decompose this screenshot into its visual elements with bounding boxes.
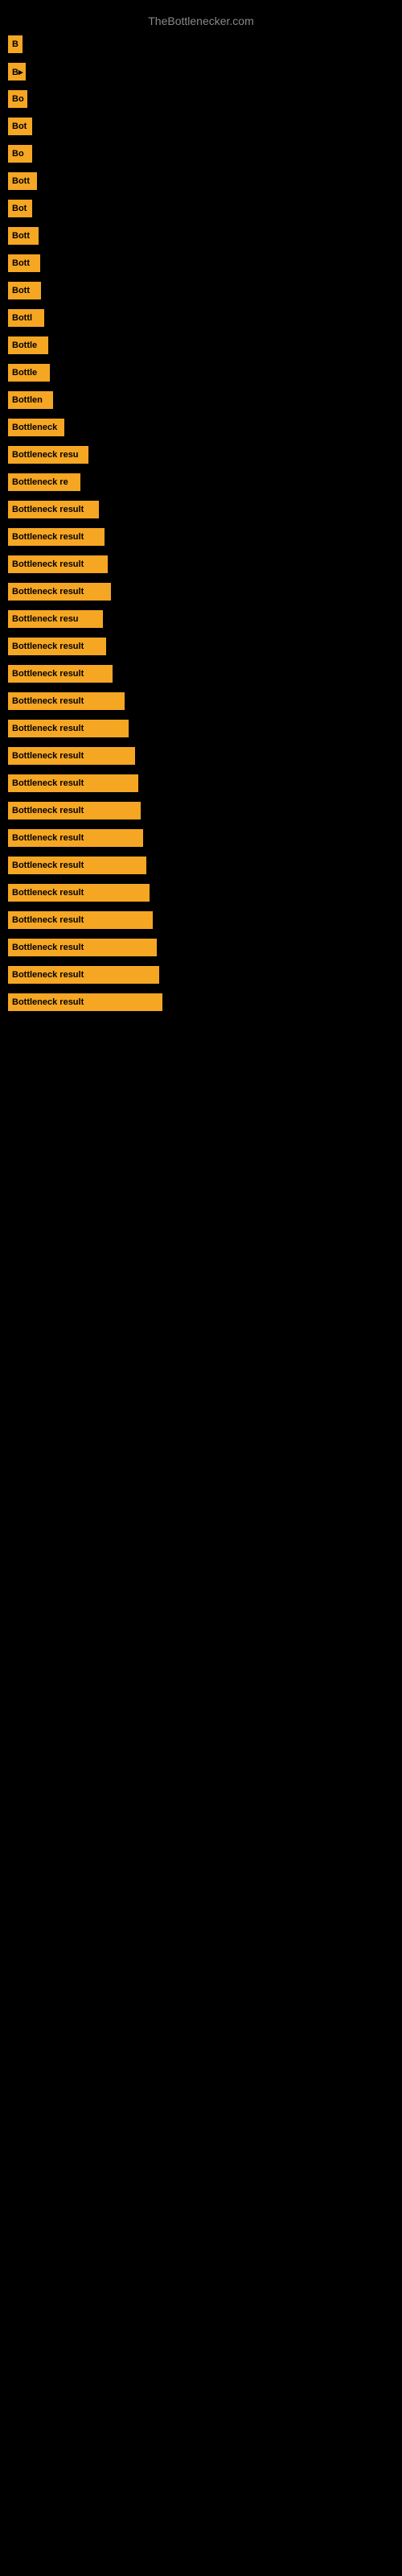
bar-label: Bottleneck result [8,802,141,819]
bar-row: Bottleneck result [0,715,402,742]
bar-row: Bottleneck result [0,934,402,961]
bar-label: Bottleneck result [8,583,111,601]
bar-label: Bottleneck result [8,747,135,765]
bar-row: Bottle [0,359,402,386]
bar-row: Bott [0,277,402,304]
bar-label: Bottleneck result [8,857,146,874]
bar-label: Bottl [8,309,44,327]
bar-label: Bottle [8,336,48,354]
bar-row: Bottleneck result [0,961,402,989]
bar-row: Bottleneck re [0,469,402,496]
bar-label: Bottleneck resu [8,610,103,628]
bar-row: B▸ [0,58,402,85]
bar-row: Bottleneck result [0,523,402,551]
bar-label: Bottleneck re [8,473,80,491]
bar-label: Bo [8,145,32,163]
bar-label: Bottleneck result [8,665,113,683]
bar-label: Bottleneck result [8,528,105,546]
bar-row: Bottleneck result [0,551,402,578]
bar-label: Bottleneck [8,419,64,436]
bar-label: Bottleneck result [8,966,159,984]
bar-row: Bottleneck result [0,879,402,906]
bar-row: Bott [0,250,402,277]
bar-label: Bottleneck result [8,555,108,573]
bar-label: Bottleneck result [8,993,162,1011]
bar-row: Bott [0,167,402,195]
bar-row: Bottleneck result [0,852,402,879]
bar-row: Bottleneck result [0,660,402,687]
bar-label: Bottleneck result [8,939,157,956]
bar-label: Bottleneck result [8,692,125,710]
bar-row: Bot [0,195,402,222]
bar-label: Bott [8,254,40,272]
bars-container: B B▸ Bo Bot Bo Bott Bot Bott Bott Bott Bottl Bottle… [0,31,402,1016]
bar-row: Bo [0,85,402,113]
bar-row: Bottle [0,332,402,359]
bar-row: Bottl [0,304,402,332]
bar-label: Bot [8,200,32,217]
bar-row: Bottleneck resu [0,441,402,469]
bar-label: Bottlen [8,391,53,409]
bar-row: Bottleneck result [0,824,402,852]
bar-label: B▸ [8,63,26,80]
bar-row: Bot [0,113,402,140]
bar-row: Bo [0,140,402,167]
bar-row: Bottleneck resu [0,605,402,633]
bar-label: Bottleneck result [8,501,99,518]
bar-row: Bottleneck result [0,633,402,660]
bar-label: Bottleneck result [8,720,129,737]
bar-row: Bottleneck result [0,578,402,605]
bar-row: B [0,31,402,58]
bar-row: Bottleneck result [0,906,402,934]
bar-row: Bottleneck result [0,742,402,770]
bar-label: Bot [8,118,32,135]
bar-label: Bottle [8,364,50,382]
bar-row: Bottleneck result [0,496,402,523]
bar-row: Bott [0,222,402,250]
bar-row: Bottlen [0,386,402,414]
bar-label: Bott [8,227,39,245]
bar-row: Bottleneck [0,414,402,441]
bar-label: Bottleneck result [8,638,106,655]
bar-label: B [8,35,23,53]
bar-label: Bottleneck result [8,884,150,902]
bar-row: Bottleneck result [0,687,402,715]
bar-row: Bottleneck result [0,797,402,824]
bar-row: Bottleneck result [0,989,402,1016]
main-container: TheBottlenecker.com B B▸ Bo Bot Bo Bott Bot Bot… [0,0,402,1024]
bar-label: Bottleneck result [8,911,153,929]
bar-label: Bottleneck resu [8,446,88,464]
bar-row: Bottleneck result [0,770,402,797]
bar-label: Bottleneck result [8,829,143,847]
bar-label: Bottleneck result [8,774,138,792]
bar-label: Bott [8,172,37,190]
bar-label: Bo [8,90,27,108]
bar-label: Bott [8,282,41,299]
site-title: TheBottlenecker.com [0,8,402,31]
